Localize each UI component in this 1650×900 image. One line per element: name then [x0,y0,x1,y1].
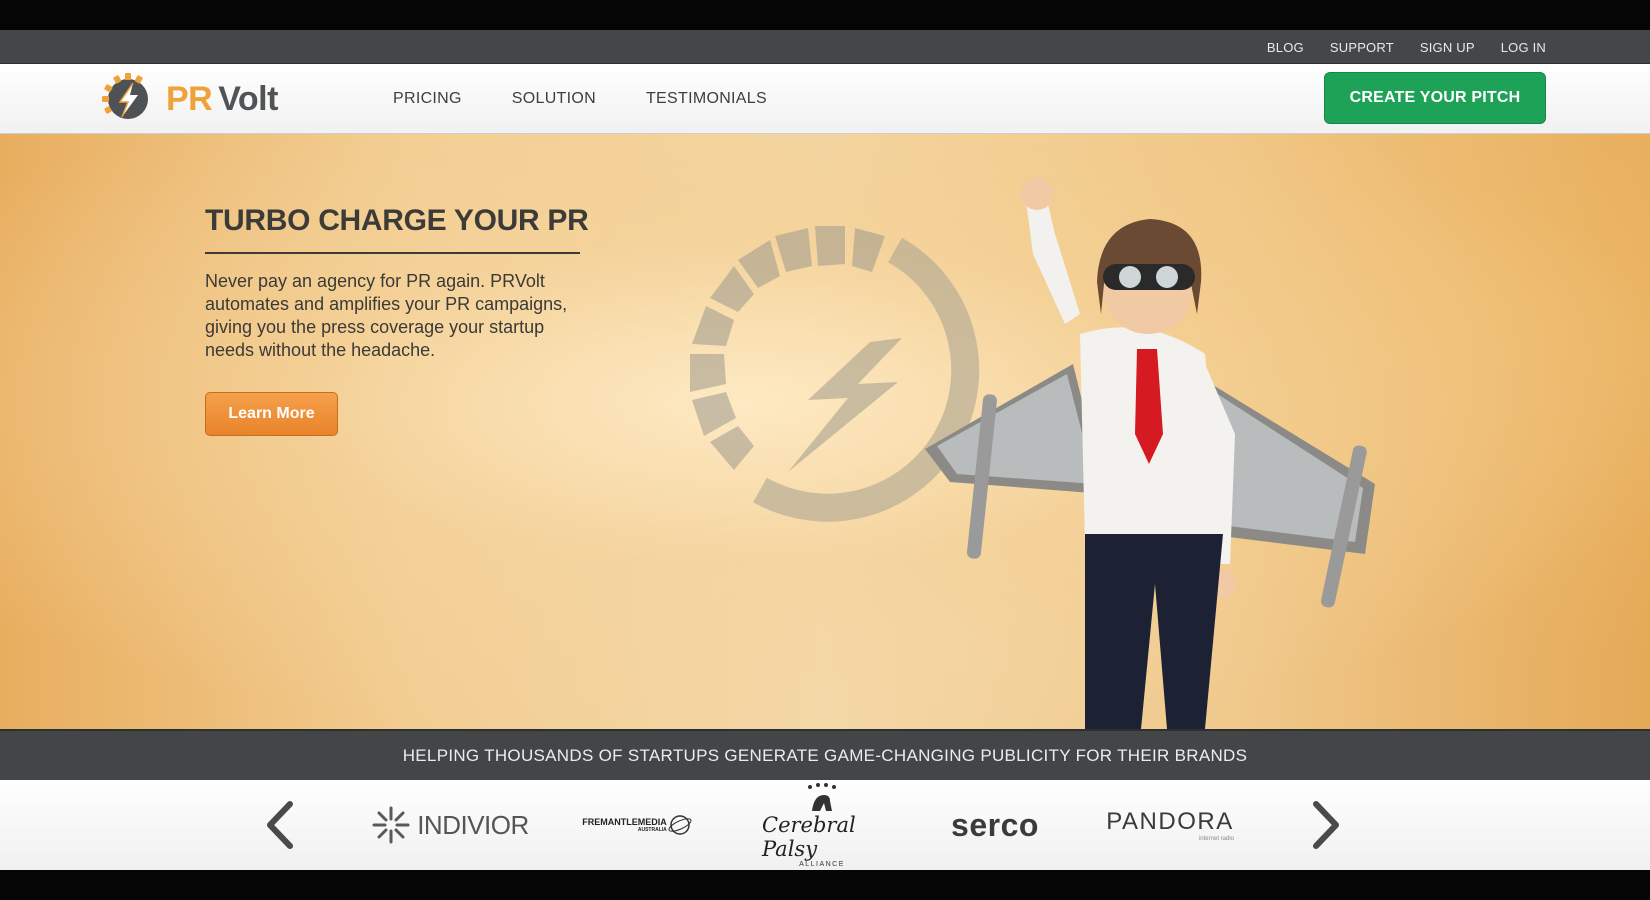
tagline-bar: HELPING THOUSANDS OF STARTUPS GENERATE G… [0,729,1650,780]
indivior-text: INDIVIOR [417,809,529,840]
client-logo-serco: serco [940,780,1050,870]
lightning-bolt-logo-icon [102,73,148,119]
hero-title: TURBO CHARGE YOUR PR [205,204,589,237]
fremantle-text: FREMANTLEMEDIA [582,817,667,827]
kangaroo-icon [808,782,836,811]
fremantle-subtext: AUSTRALIA [637,827,667,833]
client-logo-indivior: INDIVIOR [370,780,530,870]
nav-testimonials[interactable]: TESTIMONIALS [646,90,767,108]
serco-text: serco [951,806,1039,843]
hero-description: Never pay an agency for PR again. PRVolt… [205,271,568,360]
client-logo-fremantlemedia: FREMANTLEMEDIA AUSTRALIA [580,780,695,870]
client-logo-cerebral-palsy: Cerebral Palsy ALLIANCE [762,780,882,870]
chevron-right-icon[interactable] [1306,798,1346,852]
nav-pricing[interactable]: PRICING [393,90,462,108]
utility-nav: BLOG SUPPORT SIGN UP LOG IN [1267,30,1546,64]
support-link[interactable]: SUPPORT [1330,40,1394,55]
log-in-link[interactable]: LOG IN [1501,40,1546,55]
top-letterbox [0,0,1650,30]
boy-with-cardboard-wings-image [925,178,1375,729]
blog-link[interactable]: BLOG [1267,40,1304,55]
utility-bar: BLOG SUPPORT SIGN UP LOG IN [0,30,1650,64]
cerebral-palsy-subtext: ALLIANCE [799,860,845,868]
bottom-letterbox [0,870,1650,900]
logo-wordmark: PR Volt [166,80,278,119]
learn-more-button[interactable]: Learn More [205,392,338,436]
hero-content: TURBO CHARGE YOUR PR Never pay an agency… [205,204,605,436]
nav-solution[interactable]: SOLUTION [512,90,596,108]
pandora-subtext: internet radio [1198,836,1234,842]
tagline-text: HELPING THOUSANDS OF STARTUPS GENERATE G… [402,745,1248,765]
client-logos-carousel: INDIVIOR FREMANTLEMEDIA AUSTRALIA Cerebr… [0,780,1650,870]
prvolt-logo[interactable]: PR Volt [100,70,278,128]
sign-up-link[interactable]: SIGN UP [1420,40,1475,55]
globe-icon [668,815,692,835]
indivior-starburst-icon [372,806,410,844]
main-nav: PRICING SOLUTION TESTIMONIALS [393,64,767,134]
cerebral-palsy-text: Cerebral Palsy [762,812,856,861]
create-your-pitch-button[interactable]: CREATE YOUR PITCH [1324,72,1546,124]
chevron-left-icon[interactable] [260,798,300,852]
pandora-text: PANDORA [1106,808,1234,835]
hero-title-divider [205,252,580,254]
hero-section: TURBO CHARGE YOUR PR Never pay an agency… [0,134,1650,729]
client-logo-pandora: PANDORA internet radio [1100,780,1240,870]
main-header: PR Volt PRICING SOLUTION TESTIMONIALS CRE… [0,64,1650,134]
logo-pr-text: PR [166,79,213,118]
logo-volt-text: Volt [218,79,278,118]
